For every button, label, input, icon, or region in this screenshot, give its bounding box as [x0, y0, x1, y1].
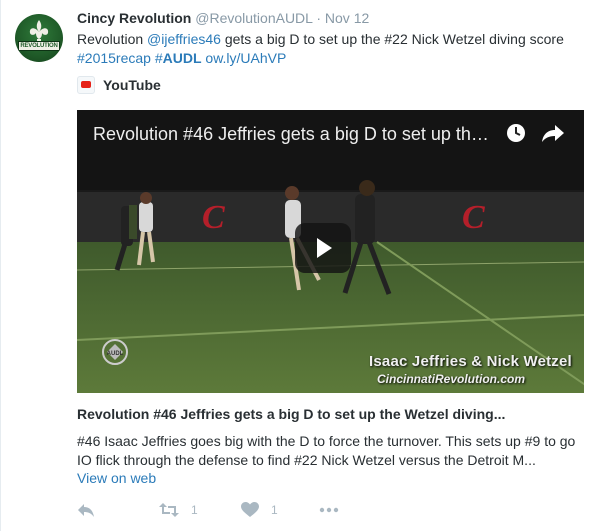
- like-count: 1: [271, 503, 278, 517]
- card-description: #46 Isaac Jeffries goes big with the D t…: [77, 433, 576, 468]
- share-icon[interactable]: [541, 122, 565, 144]
- tweet-card: REVOLUTION Cincy Revolution @RevolutionA…: [0, 0, 605, 531]
- avatar[interactable]: REVOLUTION: [15, 14, 63, 62]
- hashtag-audl[interactable]: #AUDL: [155, 50, 202, 66]
- video-player[interactable]: C C Revolution #46 Jeffries gets a big D…: [77, 110, 584, 393]
- like-action[interactable]: 1: [241, 500, 278, 520]
- header-separator: ·: [316, 10, 322, 26]
- author-name[interactable]: Cincy Revolution: [77, 10, 191, 26]
- mention-link[interactable]: @ijeffries46: [147, 31, 221, 47]
- source-label: YouTube: [103, 77, 161, 93]
- media-card: C C Revolution #46 Jeffries gets a big D…: [77, 110, 584, 470]
- card-source: YouTube: [77, 76, 161, 94]
- youtube-icon: [77, 76, 95, 94]
- play-button[interactable]: [295, 223, 351, 273]
- retweet-count: 1: [191, 503, 198, 517]
- watch-later-icon[interactable]: [505, 122, 527, 144]
- hashtag-audl-hash: #: [154, 50, 163, 66]
- video-overlay-site: CincinnatiRevolution.com: [377, 372, 526, 386]
- svg-text:AUDL: AUDL: [107, 351, 124, 357]
- tweet-timestamp[interactable]: Nov 12: [325, 10, 369, 26]
- card-title[interactable]: Revolution #46 Jeffries gets a big D to …: [77, 405, 584, 423]
- hashtag-2015recap[interactable]: #2015recap: [77, 50, 151, 66]
- tweet-actions: 1 1: [77, 500, 497, 520]
- short-link[interactable]: ow.ly/UAhVP: [205, 50, 286, 66]
- tweet-text-prefix: Revolution: [77, 31, 148, 47]
- reply-icon: [78, 504, 94, 517]
- retweet-action[interactable]: 1: [159, 500, 198, 520]
- svg-text:C: C: [462, 199, 485, 236]
- video-overlay-names: Isaac Jeffries & Nick Wetzel: [369, 353, 572, 370]
- video-title[interactable]: Revolution #46 Jeffries gets a big D to …: [93, 124, 493, 145]
- author-handle[interactable]: @RevolutionAUDL: [195, 10, 312, 26]
- tweet-header: Cincy Revolution @RevolutionAUDL · Nov 1…: [77, 10, 369, 26]
- more-action[interactable]: [319, 500, 339, 520]
- retweet-icon: [159, 503, 179, 517]
- tweet-text-middle: gets a big D to set up the #22 Nick Wetz…: [220, 31, 564, 47]
- more-icon: [319, 507, 339, 513]
- hashtag-audl-word: AUDL: [162, 50, 202, 66]
- audl-logo: AUDL: [102, 339, 128, 365]
- tweet-text: Revolution @ijeffries46 gets a big D to …: [77, 30, 597, 68]
- reply-action[interactable]: [77, 500, 95, 520]
- svg-text:C: C: [202, 199, 225, 236]
- avatar-wordmark: REVOLUTION: [18, 41, 60, 51]
- view-on-web-link[interactable]: View on web: [77, 470, 156, 486]
- heart-icon: [241, 502, 259, 517]
